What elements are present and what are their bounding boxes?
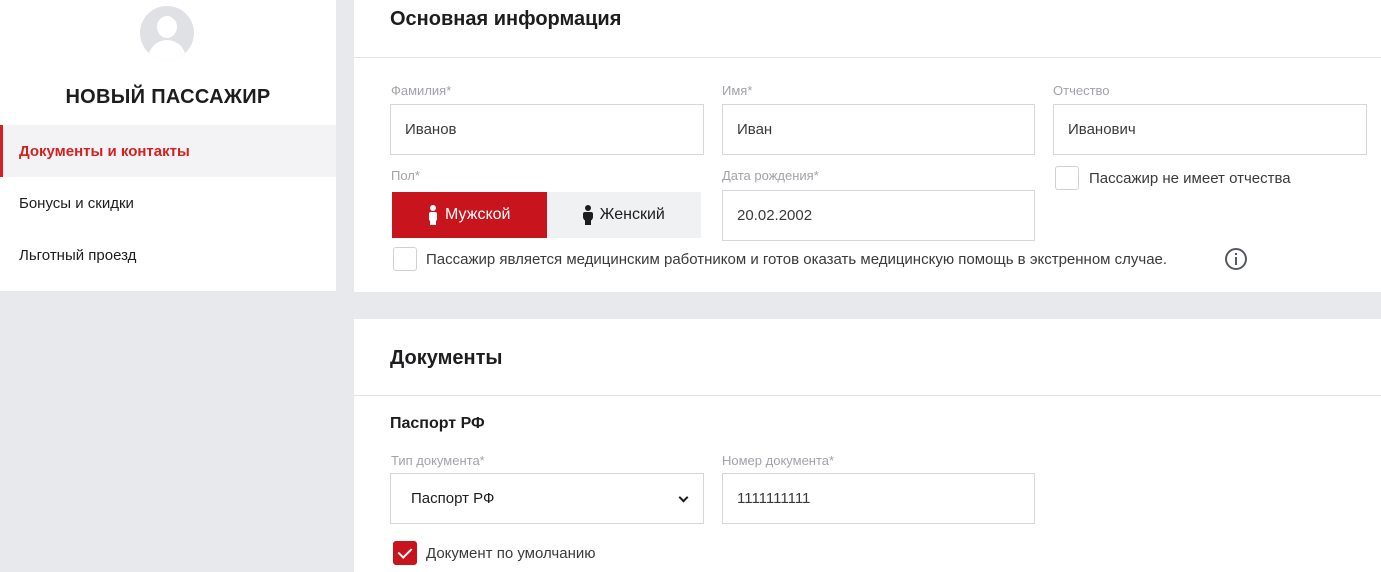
medical-worker-label: Пассажир является медицинским работником… (426, 251, 1168, 268)
main-info-title: Основная информация (390, 8, 622, 30)
default-doc-checkbox[interactable] (393, 541, 417, 565)
gender-label: Пол* (391, 168, 420, 183)
doc-type-select[interactable]: Паспорт РФ (390, 473, 704, 524)
gender-male-button[interactable]: Мужской (392, 192, 547, 238)
gender-female-label: Женский (599, 206, 665, 223)
birth-date-label: Дата рождения* (722, 168, 819, 183)
default-doc-label: Документ по умолчанию (426, 545, 596, 562)
medical-worker-checkbox[interactable] (393, 247, 417, 271)
main-info-card: Основная информация Фамилия* Иванов Имя*… (354, 0, 1381, 292)
doc-type-label: Тип документа* (391, 453, 485, 468)
passport-title: Паспорт РФ (390, 415, 485, 432)
patronymic-input[interactable]: Иванович (1053, 104, 1367, 155)
doc-number-label: Номер документа* (722, 453, 835, 468)
first-name-input[interactable]: Иван (722, 104, 1035, 155)
passenger-title: НОВЫЙ ПАССАЖИР (65, 86, 271, 108)
doc-type-value: Паспорт РФ (411, 490, 495, 507)
patronymic-label: Отчество (1053, 83, 1110, 98)
doc-number-input[interactable]: 1111111111 (722, 473, 1035, 524)
patronymic-value: Иванович (1068, 121, 1136, 138)
female-icon (582, 205, 593, 225)
divider (354, 57, 1381, 58)
avatar-head (157, 16, 177, 38)
avatar (140, 6, 194, 60)
sidebar: НОВЫЙ ПАССАЖИР Документы и контакты Бону… (0, 0, 336, 291)
divider (354, 395, 1381, 396)
gender-male-label: Мужской (445, 206, 511, 223)
first-name-label: Имя* (722, 83, 753, 98)
birth-date-input[interactable]: 20.02.2002 (722, 190, 1035, 241)
info-icon[interactable] (1225, 248, 1247, 270)
no-patronymic-label: Пассажир не имеет отчества (1089, 170, 1291, 187)
sidebar-menu: Документы и контакты Бонусы и скидки Льг… (0, 125, 336, 281)
chevron-down-icon (678, 492, 689, 503)
sidebar-item-benefits[interactable]: Льготный проезд (0, 229, 336, 281)
sidebar-item-documents[interactable]: Документы и контакты (0, 125, 336, 177)
sidebar-item-bonuses[interactable]: Бонусы и скидки (0, 177, 336, 229)
last-name-value: Иванов (405, 121, 457, 138)
no-patronymic-checkbox[interactable] (1055, 166, 1079, 190)
birth-date-value: 20.02.2002 (737, 207, 813, 224)
last-name-input[interactable]: Иванов (390, 104, 704, 155)
doc-number-value: 1111111111 (737, 490, 811, 507)
documents-card: Документы Паспорт РФ Тип документа* Пасп… (354, 319, 1381, 572)
last-name-label: Фамилия* (391, 83, 452, 98)
male-icon (428, 205, 438, 225)
avatar-body (148, 40, 186, 60)
documents-title: Документы (390, 347, 503, 369)
gender-toggle: Мужской Женский (392, 192, 701, 238)
first-name-value: Иван (737, 121, 773, 138)
gender-female-button[interactable]: Женский (546, 192, 701, 238)
